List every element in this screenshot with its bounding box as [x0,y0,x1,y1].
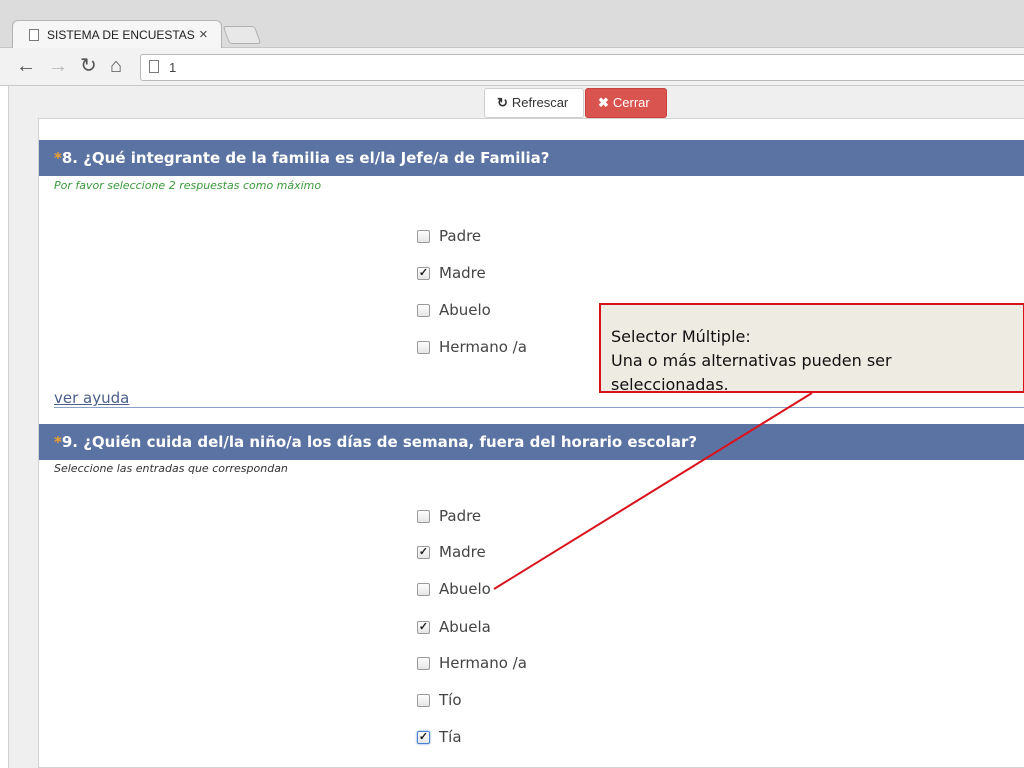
back-arrow-icon[interactable]: ← [16,54,36,78]
page-icon [29,29,39,41]
refresh-label: Refrescar [511,95,569,110]
checkbox[interactable] [417,694,430,707]
browser-toolbar: ← → ↻ ⌂ 1 [0,48,1024,86]
option-label: Padre [439,507,482,525]
tab-close-icon[interactable]: × [199,26,208,43]
option-label: Abuelo [439,580,491,598]
annotation-callout: Selector Múltiple: Una o más alternativa… [599,303,1024,394]
refresh-icon: ↻ [497,95,508,110]
new-tab-button[interactable] [222,26,262,44]
tab-title: SISTEMA DE ENCUESTAS - [47,28,197,42]
question-header: *9. ¿Quién cuida del/la niño/a los días … [39,424,1024,460]
option-label: Hermano /a [439,338,527,356]
option-label: Abuelo [439,301,491,319]
close-button[interactable]: ✖ Cerrar [585,88,667,118]
survey-form: *8. ¿Qué integrante de la familia es el/… [38,118,1024,768]
address-text: 1 [169,60,177,75]
option-label: Hermano /a [439,654,527,672]
checkbox[interactable] [417,341,430,354]
option-label: Madre [439,264,486,282]
question-hint: Seleccione las entradas que correspondan [54,462,288,475]
forward-arrow-icon[interactable]: → [48,54,68,78]
question-title: 9. ¿Quién cuida del/la niño/a los días d… [61,433,698,451]
help-link[interactable]: ver ayuda [54,389,129,407]
required-mark: * [54,433,62,451]
option-label: Padre [439,227,482,245]
close-label: Cerrar [612,95,650,110]
option-label: Tía [439,728,462,746]
question-hint: Por favor seleccione 2 respuestas como m… [54,179,322,192]
option-label: Madre [439,543,486,561]
browser-tab-strip: SISTEMA DE ENCUESTAS - × [0,0,1024,49]
checkbox[interactable] [417,304,430,317]
question-title: 8. ¿Qué integrante de la familia es el/l… [61,149,550,167]
checkbox-checked[interactable]: ✓ [417,546,430,559]
checkbox-checked[interactable]: ✓ [417,621,430,634]
checkbox[interactable] [417,230,430,243]
reload-icon[interactable]: ↻ [80,54,97,78]
checkbox-checked[interactable]: ✓ [417,267,430,280]
address-bar[interactable]: 1 [140,54,1024,81]
refresh-button[interactable]: ↻ Refrescar [484,88,584,118]
required-mark: * [54,149,62,167]
page-icon [149,60,159,73]
browser-tab[interactable]: SISTEMA DE ENCUESTAS - × [12,20,222,49]
checkbox[interactable] [417,657,430,670]
frame-border [8,86,9,768]
checkbox-checked[interactable]: ✓ [417,731,430,744]
callout-title: Selector Múltiple: [611,327,751,346]
home-icon[interactable]: ⌂ [110,54,122,78]
checkbox[interactable] [417,510,430,523]
divider [54,407,1024,408]
page-area: ↻ Refrescar ✖ Cerrar *8. ¿Qué integrante d… [8,86,1024,768]
option-label: Abuela [439,618,491,636]
close-icon: ✖ [598,95,609,110]
option-label: Tío [439,691,462,709]
question-header: *8. ¿Qué integrante de la familia es el/… [39,140,1024,176]
callout-text: Una o más alternativas pueden ser selecc… [611,351,892,394]
checkbox[interactable] [417,583,430,596]
